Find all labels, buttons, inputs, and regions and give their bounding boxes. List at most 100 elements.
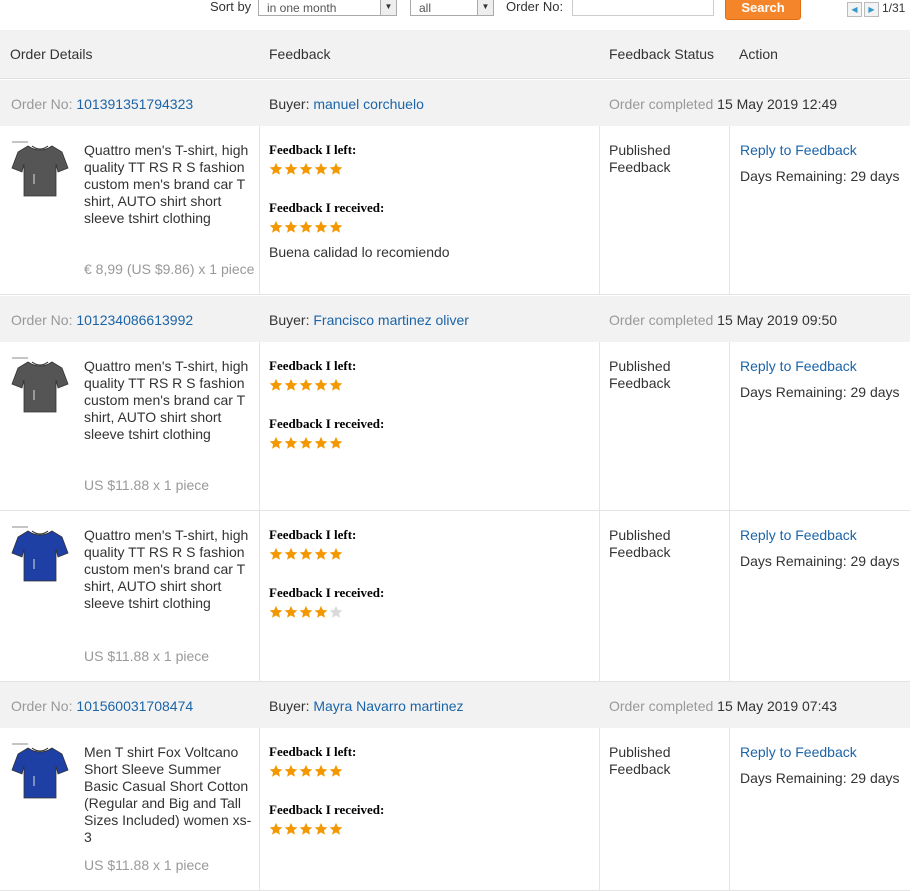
sort-select[interactable]: in one month ▼: [258, 0, 397, 16]
product-price: € 8,99 (US $9.86) x 1 piece: [84, 261, 255, 277]
feedback-left-label: Feedback I left:: [269, 527, 357, 542]
order-status: Order completed 15 May 2019 07:43: [609, 698, 837, 714]
order-status-label: Order completed: [609, 312, 718, 328]
reply-to-feedback-link[interactable]: Reply to Feedback: [740, 358, 900, 374]
product-thumbnail[interactable]: [10, 525, 70, 587]
star-filled-icon: [299, 764, 313, 777]
action-cell: Reply to Feedback Days Remaining: 29 days: [740, 142, 900, 184]
feedback-status: Published Feedback: [609, 527, 671, 560]
product-title-link[interactable]: Quattro men's T-shirt, high quality TT R…: [84, 527, 254, 612]
order-item-row: Quattro men's T-shirt, high quality TT R…: [0, 342, 910, 511]
star-empty-icon: [329, 605, 343, 618]
filter-select[interactable]: all ▼: [410, 0, 494, 16]
star-filled-icon: [299, 220, 313, 233]
buyer-label: Buyer:: [269, 312, 314, 328]
star-filled-icon: [329, 220, 343, 233]
chevron-down-icon: ▼: [380, 0, 396, 15]
feedback-left-label: Feedback I left:: [269, 142, 357, 157]
header-feedback: Feedback: [269, 46, 331, 62]
days-remaining: Days Remaining: 29 days: [740, 553, 900, 569]
days-remaining: Days Remaining: 29 days: [740, 168, 900, 184]
product-thumbnail[interactable]: [10, 356, 70, 418]
feedback-received-stars: [269, 220, 450, 238]
buyer: Buyer: manuel corchuelo: [269, 96, 424, 112]
star-filled-icon: [269, 547, 283, 560]
feedback-left-stars: [269, 764, 384, 782]
feedback-status: Published Feedback: [609, 142, 671, 175]
order-item-row: Men T shirt Fox Voltcano Short Sleeve Su…: [0, 728, 910, 891]
column-divider: [599, 342, 600, 510]
product-thumbnail[interactable]: [10, 742, 70, 804]
order-status: Order completed 15 May 2019 12:49: [609, 96, 837, 112]
star-filled-icon: [329, 547, 343, 560]
star-filled-icon: [284, 605, 298, 618]
feedback-cell: Feedback I left: Feedback I received:: [269, 358, 384, 454]
buyer-link[interactable]: Francisco martinez oliver: [313, 312, 469, 328]
star-filled-icon: [284, 378, 298, 391]
order-no-input[interactable]: [572, 0, 714, 16]
order-completed-date: 15 May 2019 12:49: [717, 96, 838, 112]
buyer-link[interactable]: Mayra Navarro martinez: [313, 698, 463, 714]
order-number: Order No: 101234086613992: [11, 312, 193, 328]
feedback-received-stars: [269, 605, 384, 623]
star-filled-icon: [329, 764, 343, 777]
feedback-status: Published Feedback: [609, 744, 671, 777]
order-completed-date: 15 May 2019 09:50: [717, 312, 838, 328]
column-divider: [259, 511, 260, 681]
product-thumbnail[interactable]: [10, 140, 70, 202]
star-filled-icon: [314, 822, 328, 835]
days-remaining: Days Remaining: 29 days: [740, 770, 900, 786]
order-status-label: Order completed: [609, 698, 718, 714]
reply-to-feedback-link[interactable]: Reply to Feedback: [740, 142, 900, 158]
column-divider: [259, 342, 260, 510]
column-divider: [599, 126, 600, 294]
star-filled-icon: [269, 436, 283, 449]
prev-page-icon[interactable]: ◀: [847, 2, 862, 17]
reply-to-feedback-link[interactable]: Reply to Feedback: [740, 527, 900, 543]
column-divider: [729, 728, 730, 890]
product-title-link[interactable]: Quattro men's T-shirt, high quality TT R…: [84, 142, 254, 227]
order-header: Order No: 101391351794323 Buyer: manuel c…: [0, 80, 910, 126]
star-filled-icon: [314, 605, 328, 618]
order-number-link[interactable]: 101234086613992: [76, 312, 193, 328]
column-divider: [259, 126, 260, 294]
star-filled-icon: [314, 436, 328, 449]
star-filled-icon: [269, 764, 283, 777]
feedback-comment: Buena calidad lo recomiendo: [269, 244, 450, 260]
star-filled-icon: [299, 547, 313, 560]
star-filled-icon: [329, 822, 343, 835]
column-divider: [729, 126, 730, 294]
order-number-link[interactable]: 101560031708474: [76, 698, 193, 714]
star-filled-icon: [269, 162, 283, 175]
buyer: Buyer: Francisco martinez oliver: [269, 312, 469, 328]
feedback-received-stars: [269, 436, 384, 454]
feedback-left-stars: [269, 547, 384, 565]
order-number-link[interactable]: 101391351794323: [76, 96, 193, 112]
star-filled-icon: [284, 436, 298, 449]
feedback-received-label: Feedback I received:: [269, 585, 385, 600]
buyer-link[interactable]: manuel corchuelo: [313, 96, 424, 112]
next-page-icon[interactable]: ▶: [864, 2, 879, 17]
star-filled-icon: [314, 378, 328, 391]
filter-select-value: all: [419, 1, 432, 15]
feedback-left-stars: [269, 378, 384, 396]
toolbar: Sort by in one month ▼ all ▼ Order No: S…: [0, 0, 912, 28]
feedback-left-label: Feedback I left:: [269, 358, 357, 373]
star-filled-icon: [329, 378, 343, 391]
order-number-label: Order No:: [11, 312, 77, 328]
buyer-label: Buyer:: [269, 698, 314, 714]
action-cell: Reply to Feedback Days Remaining: 29 days: [740, 744, 900, 786]
order-status-label: Order completed: [609, 96, 718, 112]
product-price: US $11.88 x 1 piece: [84, 857, 210, 873]
reply-to-feedback-link[interactable]: Reply to Feedback: [740, 744, 900, 760]
product-title-link[interactable]: Quattro men's T-shirt, high quality TT R…: [84, 358, 254, 443]
star-filled-icon: [284, 822, 298, 835]
star-filled-icon: [314, 220, 328, 233]
product-title-link[interactable]: Men T shirt Fox Voltcano Short Sleeve Su…: [84, 744, 254, 846]
order-item-row: Quattro men's T-shirt, high quality TT R…: [0, 126, 910, 295]
search-button[interactable]: Search: [725, 0, 801, 20]
header-order-details: Order Details: [10, 46, 93, 62]
feedback-received-label: Feedback I received:: [269, 802, 385, 817]
product-price: US $11.88 x 1 piece: [84, 477, 210, 493]
column-divider: [729, 511, 730, 681]
